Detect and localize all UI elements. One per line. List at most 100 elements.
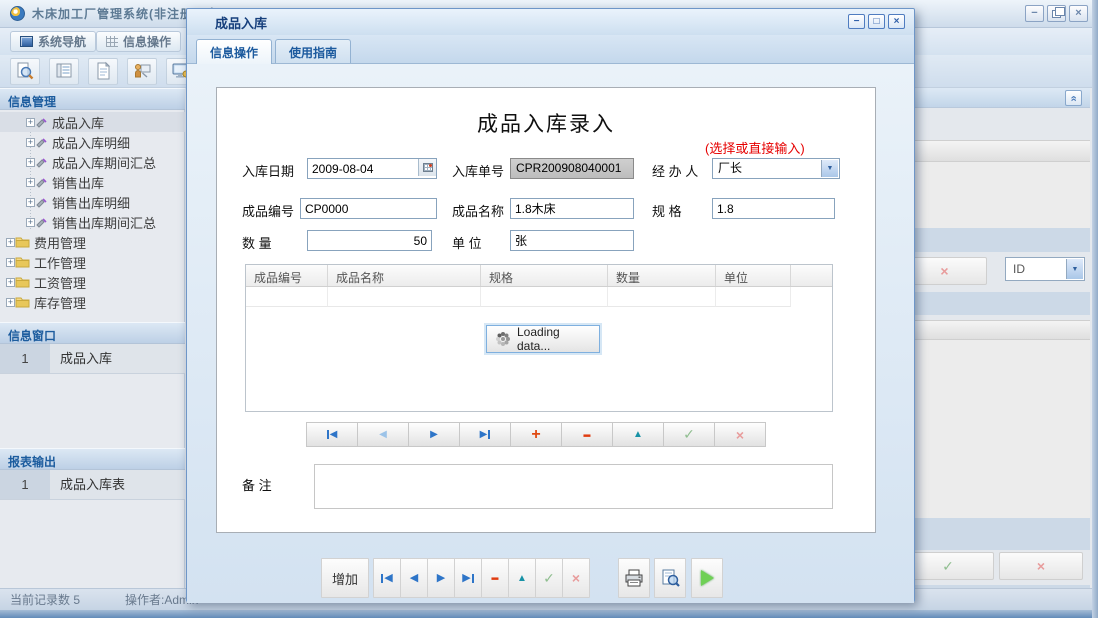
dialog-tab-info-operation[interactable]: 信息操作 [196,39,272,64]
list-view-button[interactable] [49,58,79,85]
nav-delete-button[interactable]: − [561,422,613,447]
tab-label: 信息操作 [123,33,171,50]
right-grid-header [900,140,1090,162]
date-field-wrap [307,158,437,179]
unit-input[interactable] [510,230,634,251]
date-picker-button[interactable] [418,159,436,176]
bottom-nav-post-button[interactable]: ✓ [535,558,563,598]
dialog-body: 成品入库录入 (选择或直接输入) 入库日期 入库单号 CPR2009080400… [187,64,914,603]
tree-item-work-management[interactable]: 工作管理 [0,252,185,272]
tree-item-outbound-summary[interactable]: 销售出库期间汇总 [0,212,185,232]
expand-plus-icon[interactable] [26,198,35,207]
sidebar-group-info-management[interactable]: 信息管理 [0,88,185,110]
id-field-combo[interactable]: ID ▼ [1005,257,1085,281]
print-button[interactable] [618,558,650,598]
nav-edit-button[interactable]: ▲ [612,422,664,447]
document-button[interactable] [88,58,118,85]
tree-item-finished-goods-inbound[interactable]: 成品入库 [0,112,185,132]
chevron-down-icon: ▼ [821,160,838,177]
operator-button[interactable] [127,58,157,85]
nav-last-button[interactable]: ▶ [459,422,511,447]
dialog-maximize-button[interactable]: □ [868,14,885,29]
info-window-row[interactable]: 1 成品入库 [0,344,185,374]
main-close-button[interactable]: × [1069,5,1088,22]
collapse-panel-button[interactable]: « [1065,90,1082,106]
tree-item-label: 销售出库明细 [52,193,130,212]
nav-next-button[interactable]: ▶ [408,422,460,447]
grid-col-unit[interactable]: 单位 [716,265,791,286]
grid-empty-row [246,287,832,307]
add-button[interactable]: 增加 [321,558,369,598]
report-row[interactable]: 1 成品入库表 [0,470,185,500]
handler-combo[interactable]: 厂长 ▼ [712,158,840,179]
tree-item-outbound-detail[interactable]: 销售出库明细 [0,192,185,212]
dialog-close-button[interactable]: × [888,14,905,29]
tree-item-label: 销售出库 [52,173,104,192]
grid-col-product-code[interactable]: 成品编号 [246,265,328,286]
red-x-icon: × [1037,558,1045,574]
grid-col-spec[interactable]: 规格 [481,265,608,286]
right-panel-header: « [900,88,1090,108]
preview-button[interactable] [654,558,686,598]
nav-prior-button[interactable]: ◀ [357,422,409,447]
expand-plus-icon[interactable] [6,258,15,267]
dialog-tab-user-guide[interactable]: 使用指南 [275,39,351,63]
bottom-nav-edit-button[interactable]: ▲ [508,558,536,598]
grid-cell [328,287,481,307]
tab-info-operation[interactable]: 信息操作 [96,31,181,52]
red-x-icon: × [940,263,948,279]
first-record-icon: ◀ [327,430,338,440]
search-button[interactable] [10,58,40,85]
spec-input[interactable] [712,198,835,219]
bottom-nav-cancel-button[interactable]: × [562,558,590,598]
tree-item-expense-management[interactable]: 费用管理 [0,232,185,252]
cancel-button[interactable]: × [999,552,1083,580]
confirm-button[interactable]: ✓ [902,552,994,580]
dialog-minimize-button[interactable]: − [848,14,865,29]
tree-item-salary-management[interactable]: 工资管理 [0,272,185,292]
quantity-input[interactable] [307,230,432,251]
bottom-nav-next-button[interactable]: ▶ [427,558,455,598]
tree-item-inbound-summary[interactable]: 成品入库期间汇总 [0,152,185,172]
expand-plus-icon[interactable] [26,158,35,167]
bottom-nav-first-button[interactable]: ◀ [373,558,401,598]
nav-first-button[interactable]: ◀ [306,422,358,447]
tree-item-label: 成品入库 [52,113,104,132]
expand-plus-icon[interactable] [6,298,15,307]
main-minimize-button[interactable]: − [1025,5,1044,22]
remark-textarea[interactable] [314,464,833,509]
tree-item-inbound-detail[interactable]: 成品入库明细 [0,132,185,152]
main-restore-button[interactable] [1047,5,1066,22]
nav-cancel-button[interactable]: × [714,422,766,447]
grid-col-product-name[interactable]: 成品名称 [328,265,481,286]
expand-plus-icon[interactable] [26,218,35,227]
grid-col-quantity[interactable]: 数量 [608,265,716,286]
next-record-icon: ▶ [430,430,438,440]
run-button[interactable] [691,558,723,598]
tab-system-navigation[interactable]: 系统导航 [10,31,96,52]
nav-post-button[interactable]: ✓ [663,422,715,447]
tree-item-inventory-management[interactable]: 库存管理 [0,292,185,312]
expand-plus-icon[interactable] [6,238,15,247]
expand-plus-icon[interactable] [6,278,15,287]
nav-insert-button[interactable]: + [510,422,562,447]
expand-plus-icon[interactable] [26,178,35,187]
chevron-down-icon: ▼ [1066,259,1083,279]
search-doc-icon [15,61,35,81]
window-frame-bottom [0,610,1098,618]
dialog-bottom-toolbar: 增加 ◀ ◀ ▶ ▶ − ▲ ✓ × [187,558,914,600]
bottom-nav-delete-button[interactable]: − [481,558,509,598]
product-code-input[interactable] [300,198,437,219]
sidebar-group-info-windows[interactable]: 信息窗口 [0,322,185,344]
spec-label: 规 格 [652,201,682,220]
expand-plus-icon[interactable] [26,138,35,147]
quantity-label: 数 量 [242,233,272,252]
product-name-input[interactable] [510,198,634,219]
expand-plus-icon[interactable] [26,118,35,127]
bottom-nav-last-button[interactable]: ▶ [454,558,482,598]
tree-item-sales-outbound[interactable]: 销售出库 [0,172,185,192]
dialog-titlebar[interactable]: 成品入库 − □ × [187,9,914,35]
sidebar-group-report-output[interactable]: 报表输出 [0,448,185,470]
tool-icon [35,156,48,169]
bottom-nav-prior-button[interactable]: ◀ [400,558,428,598]
